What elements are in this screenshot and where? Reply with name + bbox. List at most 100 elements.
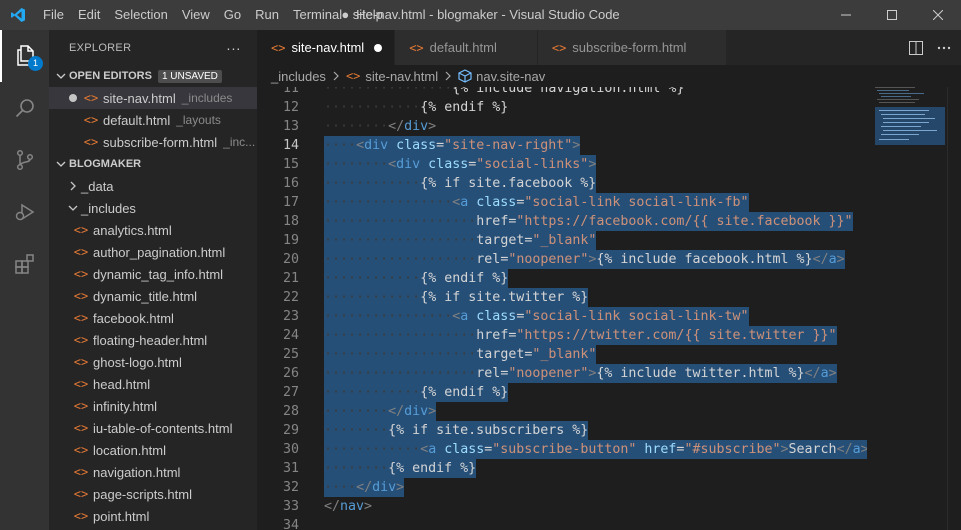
file-item[interactable]: <> head.html: [49, 373, 257, 395]
file-item[interactable]: <> navigation.html: [49, 461, 257, 483]
open-editor-folder: _inc...: [223, 135, 256, 149]
html-file-icon: <>: [73, 399, 89, 413]
html-file-icon: <>: [409, 40, 424, 55]
code-line[interactable]: 29 ········{% if site.subscribers %}: [257, 421, 867, 440]
close-window-button[interactable]: [915, 0, 961, 30]
html-file-icon: <>: [83, 113, 99, 127]
file-item[interactable]: <> facebook.html: [49, 307, 257, 329]
file-item[interactable]: <> page-scripts.html: [49, 483, 257, 505]
activity-search[interactable]: [0, 82, 49, 134]
code-line[interactable]: 33 </nav>: [257, 497, 867, 516]
code-line[interactable]: 16 ············{% if site.facebook %}: [257, 174, 867, 193]
html-file-icon: <>: [73, 377, 89, 391]
code-line[interactable]: 32 ····</div>: [257, 478, 867, 497]
file-item[interactable]: <> infinity.html: [49, 395, 257, 417]
minimize-icon: [841, 14, 851, 16]
line-number: 14: [282, 138, 299, 153]
menu-view[interactable]: View: [175, 0, 217, 30]
open-editor-item[interactable]: <> site-nav.html _includes: [49, 87, 257, 109]
html-file-icon: <>: [73, 289, 89, 303]
open-editors-section[interactable]: OPEN EDITORS 1 UNSAVED: [49, 65, 257, 87]
tab-site-nav[interactable]: <> site-nav.html: [257, 30, 396, 65]
minimap[interactable]: [867, 87, 947, 530]
code-line[interactable]: 24 ···················href="https://twitt…: [257, 326, 867, 345]
folder-data[interactable]: _data: [49, 175, 257, 197]
open-editor-item[interactable]: <> default.html _layouts: [49, 109, 257, 131]
code-text: ············{% endif %}: [324, 383, 509, 402]
file-item[interactable]: <> location.html: [49, 439, 257, 461]
file-item[interactable]: <> floating-header.html: [49, 329, 257, 351]
menu-terminal[interactable]: Terminal: [286, 0, 349, 30]
project-section[interactable]: BLOGMAKER: [49, 153, 257, 175]
close-icon: [933, 10, 943, 20]
file-item[interactable]: <> author_pagination.html: [49, 241, 257, 263]
menu-selection[interactable]: Selection: [107, 0, 174, 30]
minimize-button[interactable]: [823, 0, 869, 30]
line-number: 22: [282, 290, 299, 305]
file-item[interactable]: <> dynamic_tag_info.html: [49, 263, 257, 285]
tab-default[interactable]: <> default.html: [395, 30, 538, 65]
unsaved-dot-icon[interactable]: [374, 43, 383, 52]
code-line[interactable]: 25 ···················target="_blank": [257, 345, 867, 364]
breadcrumb-file[interactable]: site-nav.html: [365, 69, 438, 84]
menu-edit[interactable]: Edit: [71, 0, 107, 30]
code-line[interactable]: 21 ············{% endif %}: [257, 269, 867, 288]
code-line[interactable]: 27 ············{% endif %}: [257, 383, 867, 402]
vertical-scrollbar[interactable]: [947, 87, 961, 530]
file-item[interactable]: <> dynamic_title.html: [49, 285, 257, 307]
code-line[interactable]: 12 ············{% endif %}: [257, 98, 867, 117]
menu-file[interactable]: File: [36, 0, 71, 30]
activity-explorer[interactable]: 1: [0, 30, 49, 82]
code-text: ············{% if site.facebook %}: [324, 174, 597, 193]
tab-label: subscribe-form.html: [572, 40, 687, 55]
code-line[interactable]: 13 ········</div>: [257, 117, 867, 136]
code-line[interactable]: 14 ····<div class="site-nav-right">: [257, 136, 867, 155]
file-item[interactable]: <> ghost-logo.html: [49, 351, 257, 373]
html-file-icon: <>: [73, 465, 89, 479]
open-editor-filename: default.html: [103, 112, 171, 128]
code-line[interactable]: 26 ···················rel="noopener">{% i…: [257, 364, 867, 383]
code-text: ················{% include navigation.ht…: [324, 87, 685, 96]
code-line[interactable]: 34: [257, 516, 867, 530]
search-icon: [15, 99, 34, 118]
code-line[interactable]: 11 ················{% include navigation.…: [257, 87, 867, 98]
code-line[interactable]: 28 ········</div>: [257, 402, 867, 421]
activity-source-control[interactable]: [0, 134, 49, 186]
more-actions-icon[interactable]: ···: [226, 40, 241, 56]
html-file-icon: <>: [551, 40, 567, 55]
breadcrumb: _includes <> site-nav.html nav.site-nav: [257, 65, 961, 87]
menu-go[interactable]: Go: [217, 0, 248, 30]
code-line[interactable]: 23 ················<a class="social-link …: [257, 307, 867, 326]
code-line[interactable]: 30 ············<a class="subscribe-button…: [257, 440, 867, 459]
folder-includes[interactable]: _includes: [49, 197, 257, 219]
code-line[interactable]: 31 ········{% endif %}: [257, 459, 867, 478]
code-line[interactable]: 20 ···················rel="noopener">{% i…: [257, 250, 867, 269]
file-list: <> analytics.html <> author_pagination.html…: [49, 219, 257, 527]
more-actions-icon[interactable]: [937, 41, 951, 55]
file-item[interactable]: <> point.html: [49, 505, 257, 527]
breadcrumb-folder[interactable]: _includes: [271, 69, 326, 84]
open-editor-item[interactable]: <> subscribe-form.html _inc...: [49, 131, 257, 153]
code-line[interactable]: 18 ···················href="https://faceb…: [257, 212, 867, 231]
code-text: ················<a class="social-link so…: [324, 307, 749, 326]
activity-run-debug[interactable]: [0, 186, 49, 238]
code-line[interactable]: 22 ············{% if site.twitter %}: [257, 288, 867, 307]
line-number: 32: [282, 480, 299, 495]
symbol-element-icon: [458, 69, 472, 83]
file-item[interactable]: <> analytics.html: [49, 219, 257, 241]
code-line[interactable]: 15 ········<div class="social-links">: [257, 155, 867, 174]
code-editor[interactable]: 11 ················{% include navigation.…: [257, 87, 867, 530]
chevron-right-icon: [332, 69, 340, 84]
file-item[interactable]: <> iu-table-of-contents.html: [49, 417, 257, 439]
code-line[interactable]: 19 ···················target="_blank": [257, 231, 867, 250]
menu-run[interactable]: Run: [248, 0, 286, 30]
split-editor-icon[interactable]: [909, 40, 923, 55]
code-line[interactable]: 17 ················<a class="social-link …: [257, 193, 867, 212]
code-text: ···················target="_blank": [324, 345, 597, 364]
unsaved-dot-icon[interactable]: [69, 94, 77, 102]
activity-extensions[interactable]: [0, 238, 49, 290]
tab-subscribe-form[interactable]: <> subscribe-form.html: [537, 30, 728, 65]
breadcrumb-symbol[interactable]: nav.site-nav: [476, 69, 545, 84]
menu-help[interactable]: Help: [349, 0, 390, 30]
maximize-button[interactable]: [869, 0, 915, 30]
